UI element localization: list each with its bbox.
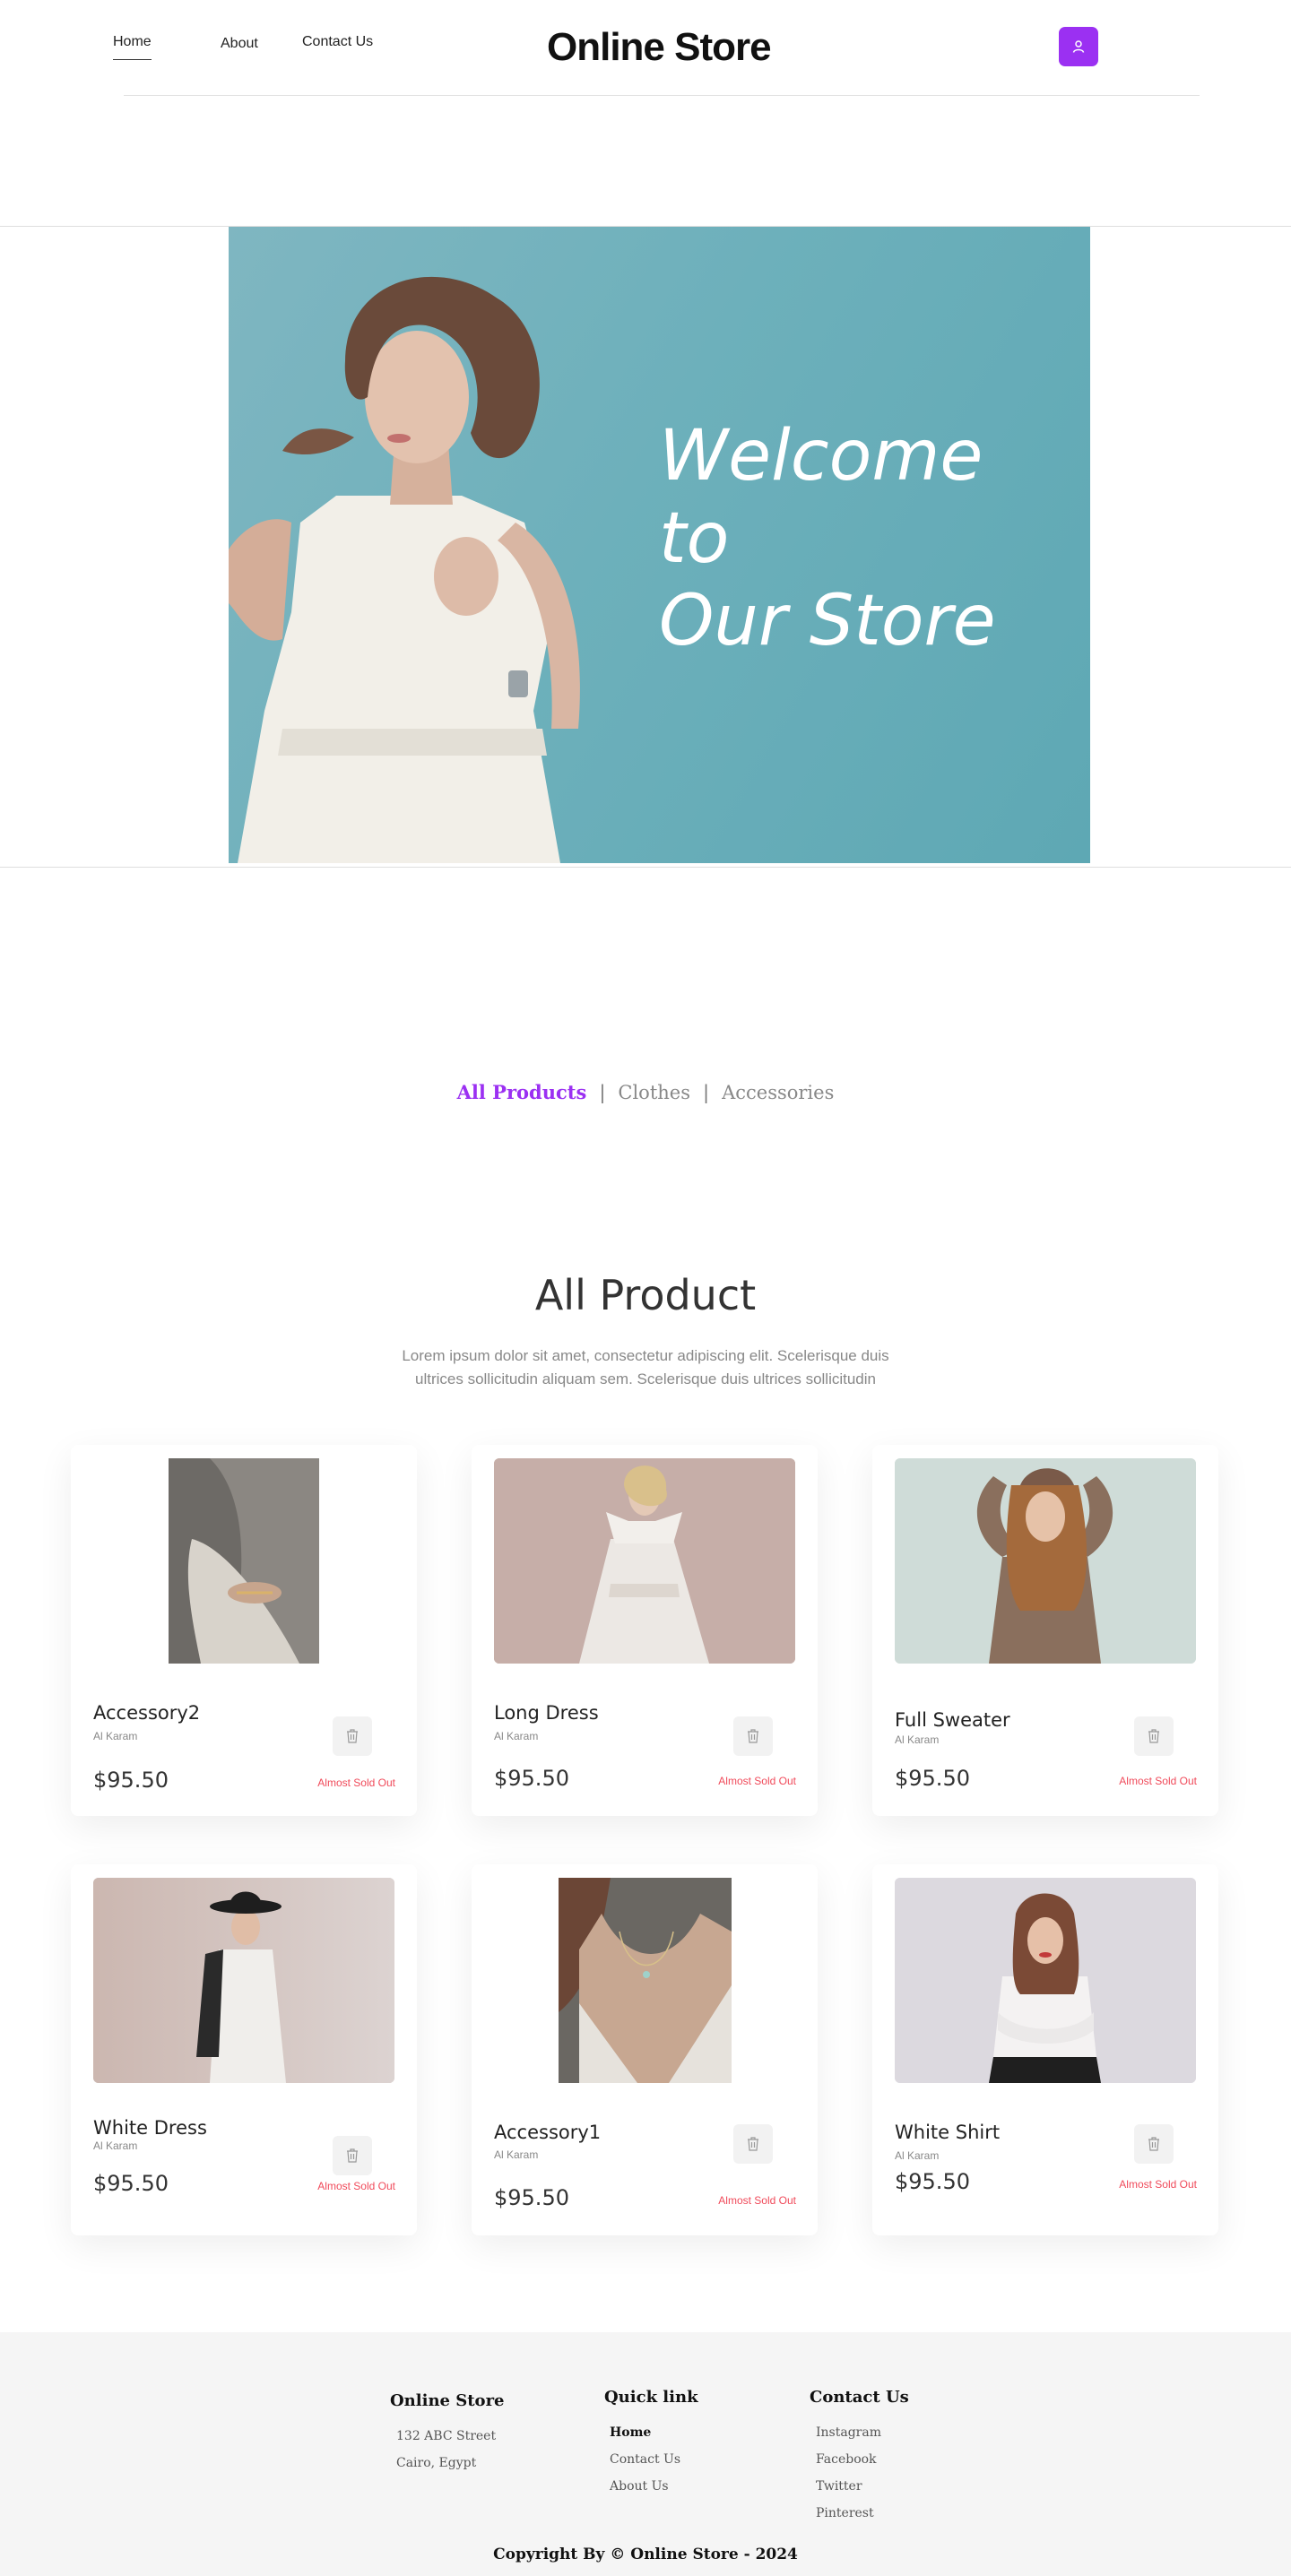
product-image: [895, 1878, 1196, 2083]
footer-store-title: Online Store: [390, 2391, 505, 2410]
product-name: Accessory2: [93, 1702, 201, 1724]
footer-link-contact[interactable]: Contact Us: [604, 2446, 698, 2473]
product-maker: Al Karam: [895, 2149, 940, 2162]
product-maker: Al Karam: [93, 2139, 138, 2152]
stock-status: Almost Sold Out: [718, 1775, 796, 1787]
footer-link-instagram[interactable]: Instagram: [810, 2419, 909, 2446]
category-filter: All Products | Clothes | Accessories: [0, 1081, 1291, 1103]
footer-address-line: 132 ABC Street: [396, 2429, 497, 2443]
footer-link-pinterest[interactable]: Pinterest: [810, 2500, 909, 2527]
product-price: $95.50: [93, 2171, 169, 2196]
product-name: Long Dress: [494, 1702, 599, 1724]
stock-status: Almost Sold Out: [317, 2180, 395, 2192]
product-name: Full Sweater: [895, 1709, 1010, 1731]
hero-banner: Welcome to Our Store: [229, 227, 1090, 863]
trash-icon: [748, 2137, 758, 2151]
product-image: [93, 1458, 394, 1664]
product-maker: Al Karam: [93, 1730, 138, 1742]
footer-contact-links: Contact Us Instagram Facebook Twitter Pi…: [810, 2388, 909, 2527]
delete-product-button[interactable]: [1134, 1716, 1174, 1756]
hero-model-image: [229, 276, 580, 863]
trash-icon: [1148, 1729, 1159, 1743]
trash-icon: [1148, 2137, 1159, 2151]
product-maker: Al Karam: [895, 1733, 940, 1746]
product-image: [93, 1878, 394, 2083]
product-card[interactable]: White Dress Al Karam $95.50 Almost Sold …: [71, 1864, 417, 2235]
product-maker: Al Karam: [494, 2148, 539, 2161]
product-price: $95.50: [494, 1766, 569, 1791]
product-card[interactable]: Accessory2 Al Karam $95.50 Almost Sold O…: [71, 1445, 417, 1816]
footer-contact-title: Contact Us: [810, 2388, 909, 2407]
hero-title-line: Welcome: [659, 416, 983, 497]
filter-separator: |: [703, 1082, 710, 1103]
user-account-button[interactable]: [1059, 27, 1098, 66]
stock-status: Almost Sold Out: [718, 2194, 796, 2207]
footer-quick-links: Quick link Home Contact Us About Us: [604, 2388, 698, 2500]
trash-icon: [347, 2148, 358, 2163]
trash-icon: [347, 1729, 358, 1743]
copyright-text: Copyright By © Online Store - 2024: [493, 2546, 798, 2563]
footer: Online Store 132 ABC Street Cairo, Egypt…: [0, 2332, 1291, 2576]
trash-icon: [748, 1729, 758, 1743]
nav-about-link[interactable]: About: [221, 36, 258, 52]
product-name: White Shirt: [895, 2122, 1001, 2143]
stock-status: Almost Sold Out: [317, 1776, 395, 1789]
product-card[interactable]: White Shirt Al Karam $95.50 Almost Sold …: [872, 1864, 1218, 2235]
brand-logo[interactable]: Online Store: [547, 25, 772, 70]
product-price: $95.50: [93, 1768, 169, 1793]
product-maker: Al Karam: [494, 1730, 539, 1742]
footer-quick-title: Quick link: [604, 2388, 698, 2407]
hero-title: Welcome to Our Store: [659, 415, 996, 662]
product-name: Accessory1: [494, 2122, 602, 2143]
stock-status: Almost Sold Out: [1119, 1775, 1197, 1787]
filter-accessories[interactable]: Accessories: [722, 1082, 834, 1103]
filter-clothes[interactable]: Clothes: [618, 1082, 690, 1103]
top-nav: Home About Contact Us Online Store: [0, 0, 1291, 99]
hero-title-line: Our Store: [659, 581, 996, 661]
product-image: [895, 1458, 1196, 1664]
hero-title-line: to: [659, 498, 730, 579]
user-icon: [1072, 40, 1085, 53]
delete-product-button[interactable]: [1134, 2124, 1174, 2164]
footer-store-info: Online Store 132 ABC Street Cairo, Egypt: [390, 2391, 505, 2477]
footer-link-home[interactable]: Home: [604, 2419, 698, 2446]
product-price: $95.50: [494, 2185, 569, 2210]
product-name: White Dress: [93, 2117, 207, 2139]
nav-home-link[interactable]: Home: [113, 34, 152, 60]
nav-divider: [124, 95, 1200, 96]
footer-address-line: Cairo, Egypt: [396, 2456, 477, 2470]
footer-link-facebook[interactable]: Facebook: [810, 2446, 909, 2473]
section-title: All Product: [534, 1271, 757, 1319]
delete-product-button[interactable]: [333, 1716, 372, 1756]
product-card[interactable]: Accessory1 Al Karam $95.50 Almost Sold O…: [472, 1864, 818, 2235]
product-price: $95.50: [895, 2169, 970, 2194]
product-price: $95.50: [895, 1766, 970, 1791]
delete-product-button[interactable]: [733, 1716, 773, 1756]
product-image: [494, 1458, 795, 1664]
delete-product-button[interactable]: [333, 2136, 372, 2175]
delete-product-button[interactable]: [733, 2124, 773, 2164]
footer-link-about[interactable]: About Us: [604, 2473, 698, 2500]
section-description: Lorem ipsum dolor sit amet, consectetur …: [402, 1347, 889, 1387]
nav-contact-link[interactable]: Contact Us: [302, 34, 373, 50]
filter-all-products[interactable]: All Products: [457, 1081, 587, 1103]
product-card[interactable]: Full Sweater Al Karam $95.50 Almost Sold…: [872, 1445, 1218, 1816]
footer-link-twitter[interactable]: Twitter: [810, 2473, 909, 2500]
product-card[interactable]: Long Dress Al Karam $95.50 Almost Sold O…: [472, 1445, 818, 1816]
filter-separator: |: [599, 1082, 606, 1103]
stock-status: Almost Sold Out: [1119, 2178, 1197, 2191]
product-image: [494, 1878, 795, 2083]
